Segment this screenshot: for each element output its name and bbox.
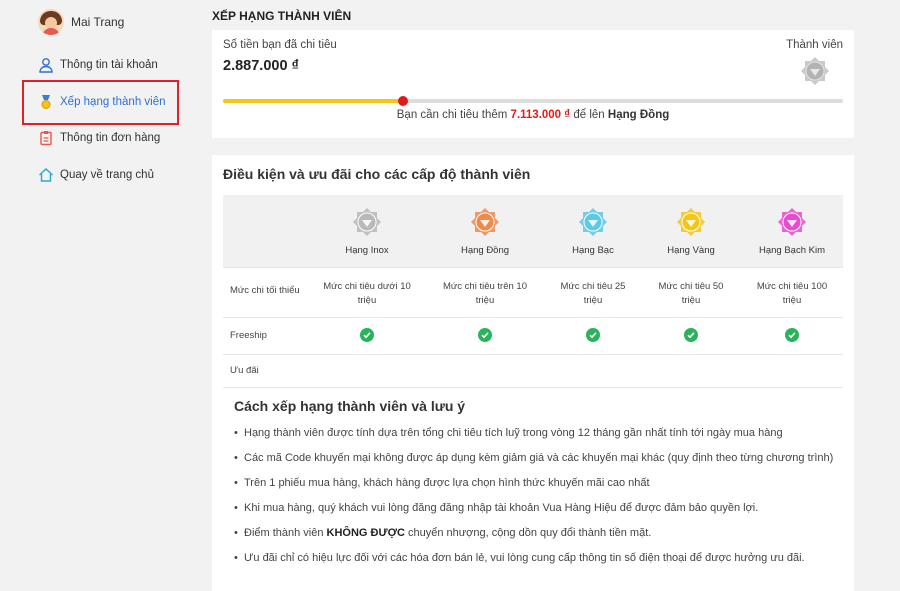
row-label-min: Mức chi tối thiểu — [230, 285, 300, 296]
spent-value: 2.887.000 ₫ — [223, 58, 299, 74]
list-item: Ưu đãi chỉ có hiệu lực đối với các hóa đ… — [234, 550, 834, 566]
tier-name: Hạng Đồng — [460, 245, 510, 256]
check-icon — [478, 328, 492, 342]
tiers-header — [223, 195, 843, 267]
progress-marker — [397, 96, 408, 106]
sidebar-item-orders[interactable]: Thông tin đơn hàng — [38, 130, 160, 146]
tier-name: Hạng Inox — [345, 245, 389, 256]
sidebar-item-label: Thông tin đơn hàng — [60, 132, 161, 144]
min-spend-cell: Mức chi tiêu trên 10 triệu — [443, 281, 527, 306]
progress-fill — [223, 99, 403, 103]
current-tier-label: Thành viên — [786, 39, 843, 51]
tier-name: Hạng Bạch Kim — [758, 245, 825, 256]
spent-label: Số tiền bạn đã chi tiêu — [223, 39, 337, 51]
next-rank: Hạng Đồng — [607, 109, 670, 121]
avatar — [38, 9, 64, 35]
clipboard-icon — [38, 130, 54, 146]
home-icon — [38, 167, 54, 183]
remaining-amount: 7.113.000 ₫ — [510, 109, 571, 121]
check-icon — [785, 328, 799, 342]
sidebar-item-label: Quay về trang chủ — [60, 169, 154, 181]
list-item: Hạng thành viên được tính dựa trên tổng … — [234, 425, 834, 441]
sidebar-item-account[interactable]: Thông tin tài khoản — [38, 57, 158, 73]
list-item: Các mã Code khuyến mại không được áp dụn… — [234, 450, 834, 466]
progress-msg-middle: để lên — [573, 109, 605, 121]
current-tier-badge-icon — [800, 56, 830, 91]
list-item: Khi mua hàng, quý khách vui lòng đăng đă… — [234, 500, 834, 516]
user-profile: Mai Trang — [38, 9, 124, 35]
min-spend-cell: Mức chi tiêu 100 triệu — [756, 281, 828, 306]
progress-message: Bạn cần chi tiêu thêm 7.113.000 ₫ để lên… — [212, 109, 854, 121]
check-icon — [586, 328, 600, 342]
progress-msg-prefix: Bạn cần chi tiêu thêm — [396, 109, 508, 121]
tier-badge-icon — [352, 207, 382, 237]
min-spend-cell: Mức chi tiêu dưới 10 triệu — [323, 281, 411, 306]
tier-badge-icon — [676, 207, 706, 237]
min-spend-cell: Mức chi tiêu 25 triệu — [560, 281, 626, 306]
rules-title: Cách xếp hạng thành viên và lưu ý — [234, 398, 466, 414]
sidebar: Mai Trang Thông tin tài khoản Xếp hạng t… — [0, 0, 198, 591]
tier-name: Hạng Bạc — [572, 245, 614, 256]
highlight-box — [22, 80, 179, 125]
tier-name: Hạng Vàng — [667, 245, 715, 256]
sidebar-item-home[interactable]: Quay về trang chủ — [38, 167, 154, 183]
row-label-uudai: Ưu đãi — [230, 365, 259, 376]
tiers-card: Điều kiện và ưu đãi cho các cấp độ thành… — [212, 155, 854, 591]
tier-badge-icon — [470, 207, 500, 237]
user-icon — [38, 57, 54, 73]
spending-card: Số tiền bạn đã chi tiêu 2.887.000 ₫ Thàn… — [212, 30, 854, 138]
row-label-freeship: Freeship — [230, 330, 267, 341]
check-icon — [360, 328, 374, 342]
check-icon — [684, 328, 698, 342]
tier-badge-icon — [777, 207, 807, 237]
progress-bar — [223, 96, 843, 106]
list-item: Trên 1 phiếu mua hàng, khách hàng được l… — [234, 475, 834, 491]
list-item: Điểm thành viên KHÔNG ĐƯỢC chuyển nhượng… — [234, 525, 834, 541]
page-title: XẾP HẠNG THÀNH VIÊN — [212, 9, 352, 23]
rules-list: Hạng thành viên được tính dựa trên tổng … — [234, 425, 834, 575]
user-name: Mai Trang — [71, 15, 125, 29]
sidebar-item-label: Thông tin tài khoản — [60, 59, 158, 71]
tier-badge-icon — [578, 207, 608, 237]
min-spend-cell: Mức chi tiêu 50 triệu — [658, 281, 724, 306]
tiers-title: Điều kiện và ưu đãi cho các cấp độ thành… — [223, 166, 531, 182]
